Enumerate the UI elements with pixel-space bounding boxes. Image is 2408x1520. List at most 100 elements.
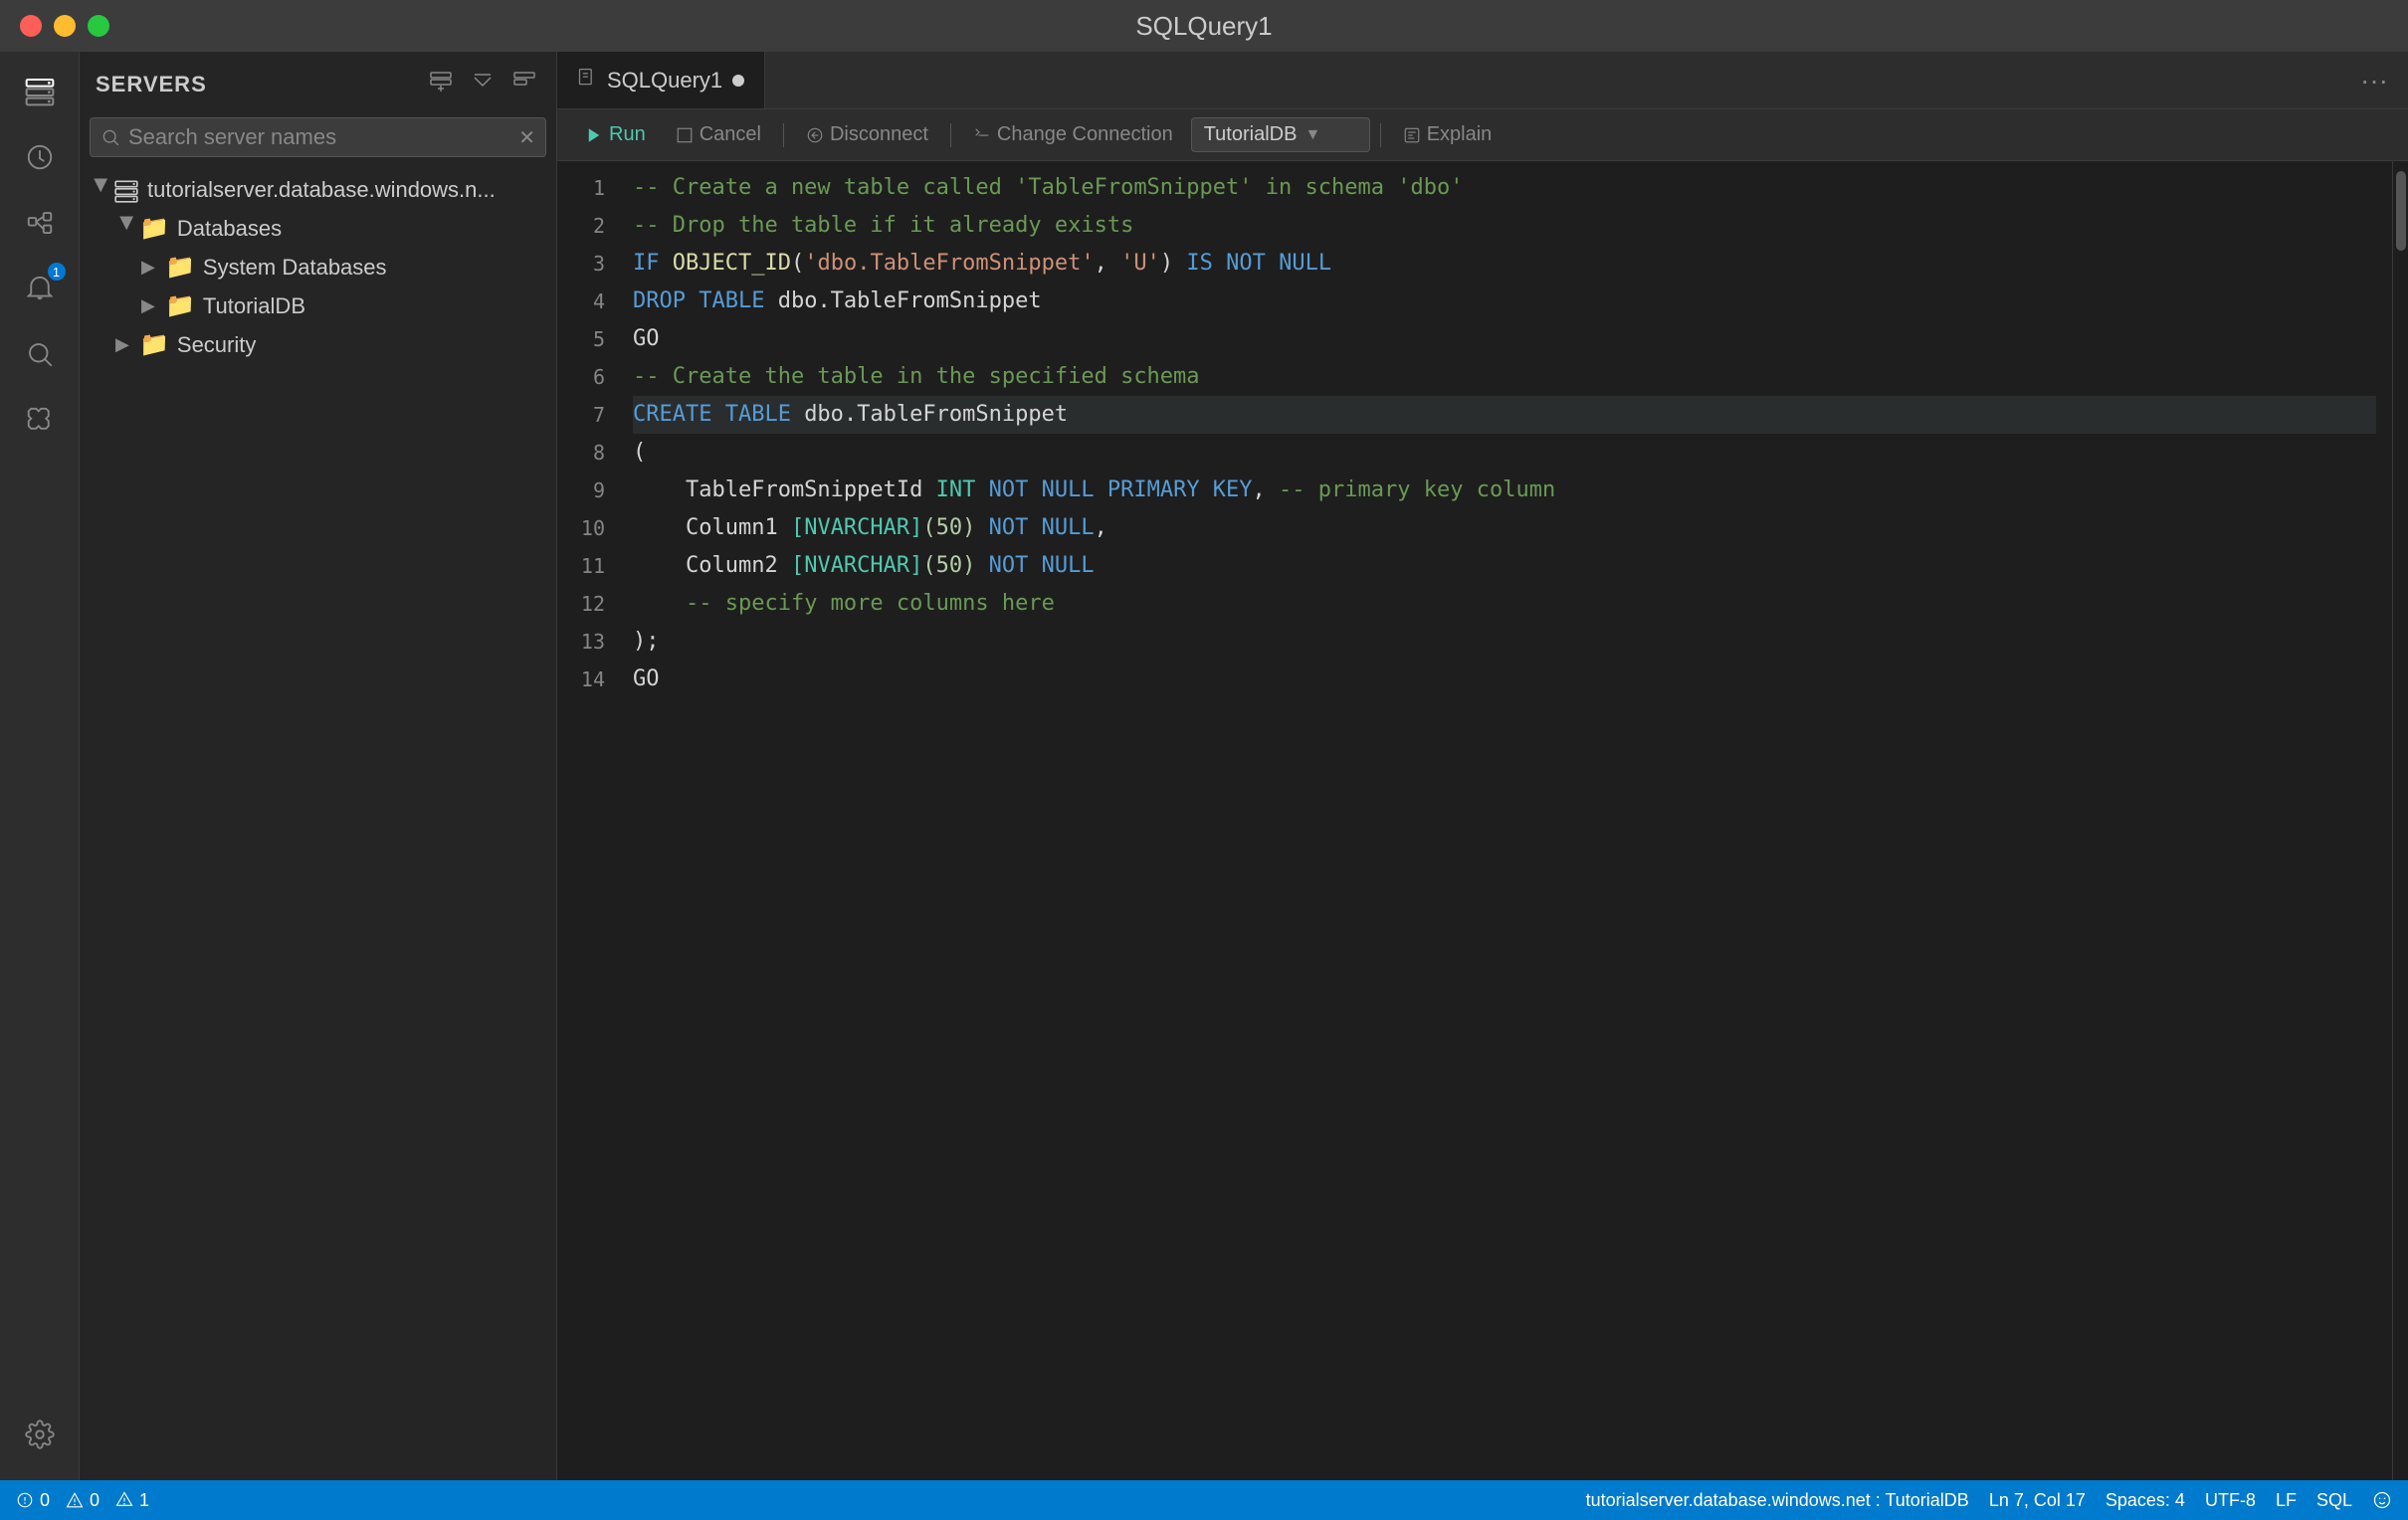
- new-server-icon[interactable]: [425, 66, 457, 103]
- code-token: DROP TABLE: [633, 283, 778, 320]
- tree-item-databases[interactable]: ▶ 📁 Databases: [80, 209, 556, 248]
- code-editor[interactable]: 1234567891011121314 -- Create a new tabl…: [557, 161, 2408, 1480]
- search-clear-icon[interactable]: ✕: [518, 125, 535, 150]
- code-token: IS NOT NULL: [1186, 245, 1331, 283]
- line-number: 11: [557, 547, 605, 585]
- code-line[interactable]: -- Create the table in the specified sch…: [633, 358, 2376, 396]
- line-numbers: 1234567891011121314: [557, 161, 617, 1480]
- status-warnings[interactable]: 0: [66, 1490, 100, 1511]
- traffic-lights: [20, 15, 109, 37]
- line-number: 10: [557, 509, 605, 547]
- editor-area: SQLQuery1 ··· Run Cancel: [557, 52, 2408, 1480]
- window-title: SQLQuery1: [1135, 11, 1272, 42]
- code-line[interactable]: -- Create a new table called 'TableFromS…: [633, 169, 2376, 207]
- code-line[interactable]: );: [633, 623, 2376, 661]
- line-number: 14: [557, 661, 605, 698]
- code-content[interactable]: -- Create a new table called 'TableFromS…: [617, 161, 2392, 1480]
- code-line[interactable]: Column2 [NVARCHAR](50) NOT NULL: [633, 547, 2376, 585]
- line-number: 2: [557, 207, 605, 245]
- code-token: PRIMARY KEY: [1107, 472, 1253, 509]
- status-face-icon[interactable]: [2372, 1490, 2392, 1511]
- status-encoding[interactable]: UTF-8: [2205, 1490, 2256, 1511]
- cancel-button[interactable]: Cancel: [664, 118, 773, 151]
- code-line[interactable]: GO: [633, 661, 2376, 698]
- sql-file-icon: [577, 68, 597, 94]
- code-token: [633, 585, 686, 623]
- security-label: Security: [177, 332, 256, 358]
- status-bar: 0 0 1 tutorialserver.database.windows.ne…: [0, 1480, 2408, 1520]
- line-number: 8: [557, 434, 605, 472]
- collapse-all-icon[interactable]: [467, 66, 499, 103]
- title-bar: SQLQuery1: [0, 0, 2408, 52]
- close-button[interactable]: [20, 15, 42, 37]
- code-token: );: [633, 623, 660, 661]
- code-token: (50): [922, 547, 988, 585]
- warning-count: 0: [90, 1490, 100, 1511]
- code-token: dbo: [804, 396, 844, 434]
- search-icon: [100, 127, 120, 147]
- tree-item-tutorialdb[interactable]: ▶ 📁 TutorialDB: [80, 286, 556, 325]
- activity-connections[interactable]: [10, 193, 70, 253]
- maximize-button[interactable]: [88, 15, 109, 37]
- code-line[interactable]: -- Drop the table if it already exists: [633, 207, 2376, 245]
- activity-notifications[interactable]: 1: [10, 259, 70, 318]
- code-token: -- primary key column: [1279, 472, 1555, 509]
- code-line[interactable]: (: [633, 434, 2376, 472]
- activity-extensions[interactable]: [10, 390, 70, 450]
- folder-icon-databases: 📁: [139, 214, 169, 243]
- tree-arrow-security: ▶: [115, 334, 139, 355]
- status-position[interactable]: Ln 7, Col 17: [1989, 1490, 2086, 1511]
- tree-arrow-tutorialdb: ▶: [141, 295, 165, 316]
- line-number: 4: [557, 283, 605, 320]
- notification-badge: 1: [48, 263, 66, 281]
- code-token: [NVARCHAR]: [791, 547, 922, 585]
- status-alerts[interactable]: 1: [115, 1490, 149, 1511]
- code-line[interactable]: Column1 [NVARCHAR](50) NOT NULL,: [633, 509, 2376, 547]
- activity-history[interactable]: [10, 127, 70, 187]
- code-line[interactable]: IF OBJECT_ID('dbo.TableFromSnippet', 'U'…: [633, 245, 2376, 283]
- run-button[interactable]: Run: [573, 118, 658, 151]
- scrollbar-thumb[interactable]: [2396, 171, 2406, 251]
- tutorialdb-label: TutorialDB: [203, 293, 305, 319]
- server-label: tutorialserver.database.windows.n...: [147, 177, 496, 203]
- explain-button[interactable]: Explain: [1391, 118, 1505, 151]
- tab-more-button[interactable]: ···: [2340, 52, 2408, 108]
- code-token: .: [844, 396, 857, 434]
- main-container: 1 SERVERS: [0, 52, 2408, 1480]
- line-number: 5: [557, 320, 605, 358]
- disconnect-button[interactable]: Disconnect: [794, 118, 940, 151]
- editor-scrollbar[interactable]: [2392, 161, 2408, 1480]
- tab-label: SQLQuery1: [607, 68, 722, 94]
- code-line[interactable]: CREATE TABLE dbo.TableFromSnippet: [633, 396, 2376, 434]
- tree-item-systemdbs[interactable]: ▶ 📁 System Databases: [80, 248, 556, 286]
- code-token: -- specify more columns here: [686, 585, 1055, 623]
- tab-sqlquery1[interactable]: SQLQuery1: [557, 52, 765, 108]
- tree-item-security[interactable]: ▶ 📁 Security: [80, 325, 556, 364]
- systemdbs-label: System Databases: [203, 255, 387, 281]
- code-token: NOT NULL: [989, 472, 1107, 509]
- status-server[interactable]: tutorialserver.database.windows.net : Tu…: [1586, 1490, 1969, 1511]
- code-line[interactable]: -- specify more columns here: [633, 585, 2376, 623]
- search-input[interactable]: [128, 124, 510, 150]
- minimize-button[interactable]: [54, 15, 76, 37]
- search-box[interactable]: ✕: [90, 117, 546, 157]
- code-line[interactable]: GO: [633, 320, 2376, 358]
- code-line[interactable]: DROP TABLE dbo.TableFromSnippet: [633, 283, 2376, 320]
- status-line-ending[interactable]: LF: [2276, 1490, 2297, 1511]
- connection-dropdown[interactable]: TutorialDB ▼: [1191, 117, 1370, 152]
- change-connection-button[interactable]: Change Connection: [961, 118, 1185, 151]
- activity-servers[interactable]: [10, 62, 70, 121]
- more-actions-icon[interactable]: [508, 66, 540, 103]
- status-language[interactable]: SQL: [2316, 1490, 2352, 1511]
- separator-1: [783, 123, 784, 147]
- code-token: dbo.TableFromSnippet: [778, 283, 1042, 320]
- status-spaces[interactable]: Spaces: 4: [2106, 1490, 2185, 1511]
- activity-search[interactable]: [10, 324, 70, 384]
- activity-settings[interactable]: [10, 1405, 70, 1464]
- status-errors[interactable]: 0: [16, 1490, 50, 1511]
- sidebar-header-icons: [425, 66, 540, 103]
- tree-item-server[interactable]: ▶ tutorialserver.database.windows.n...: [80, 171, 556, 209]
- code-token: 'dbo.TableFromSnippet': [804, 245, 1094, 283]
- code-line[interactable]: TableFromSnippetId INT NOT NULL PRIMARY …: [633, 472, 2376, 509]
- alert-count: 1: [139, 1490, 149, 1511]
